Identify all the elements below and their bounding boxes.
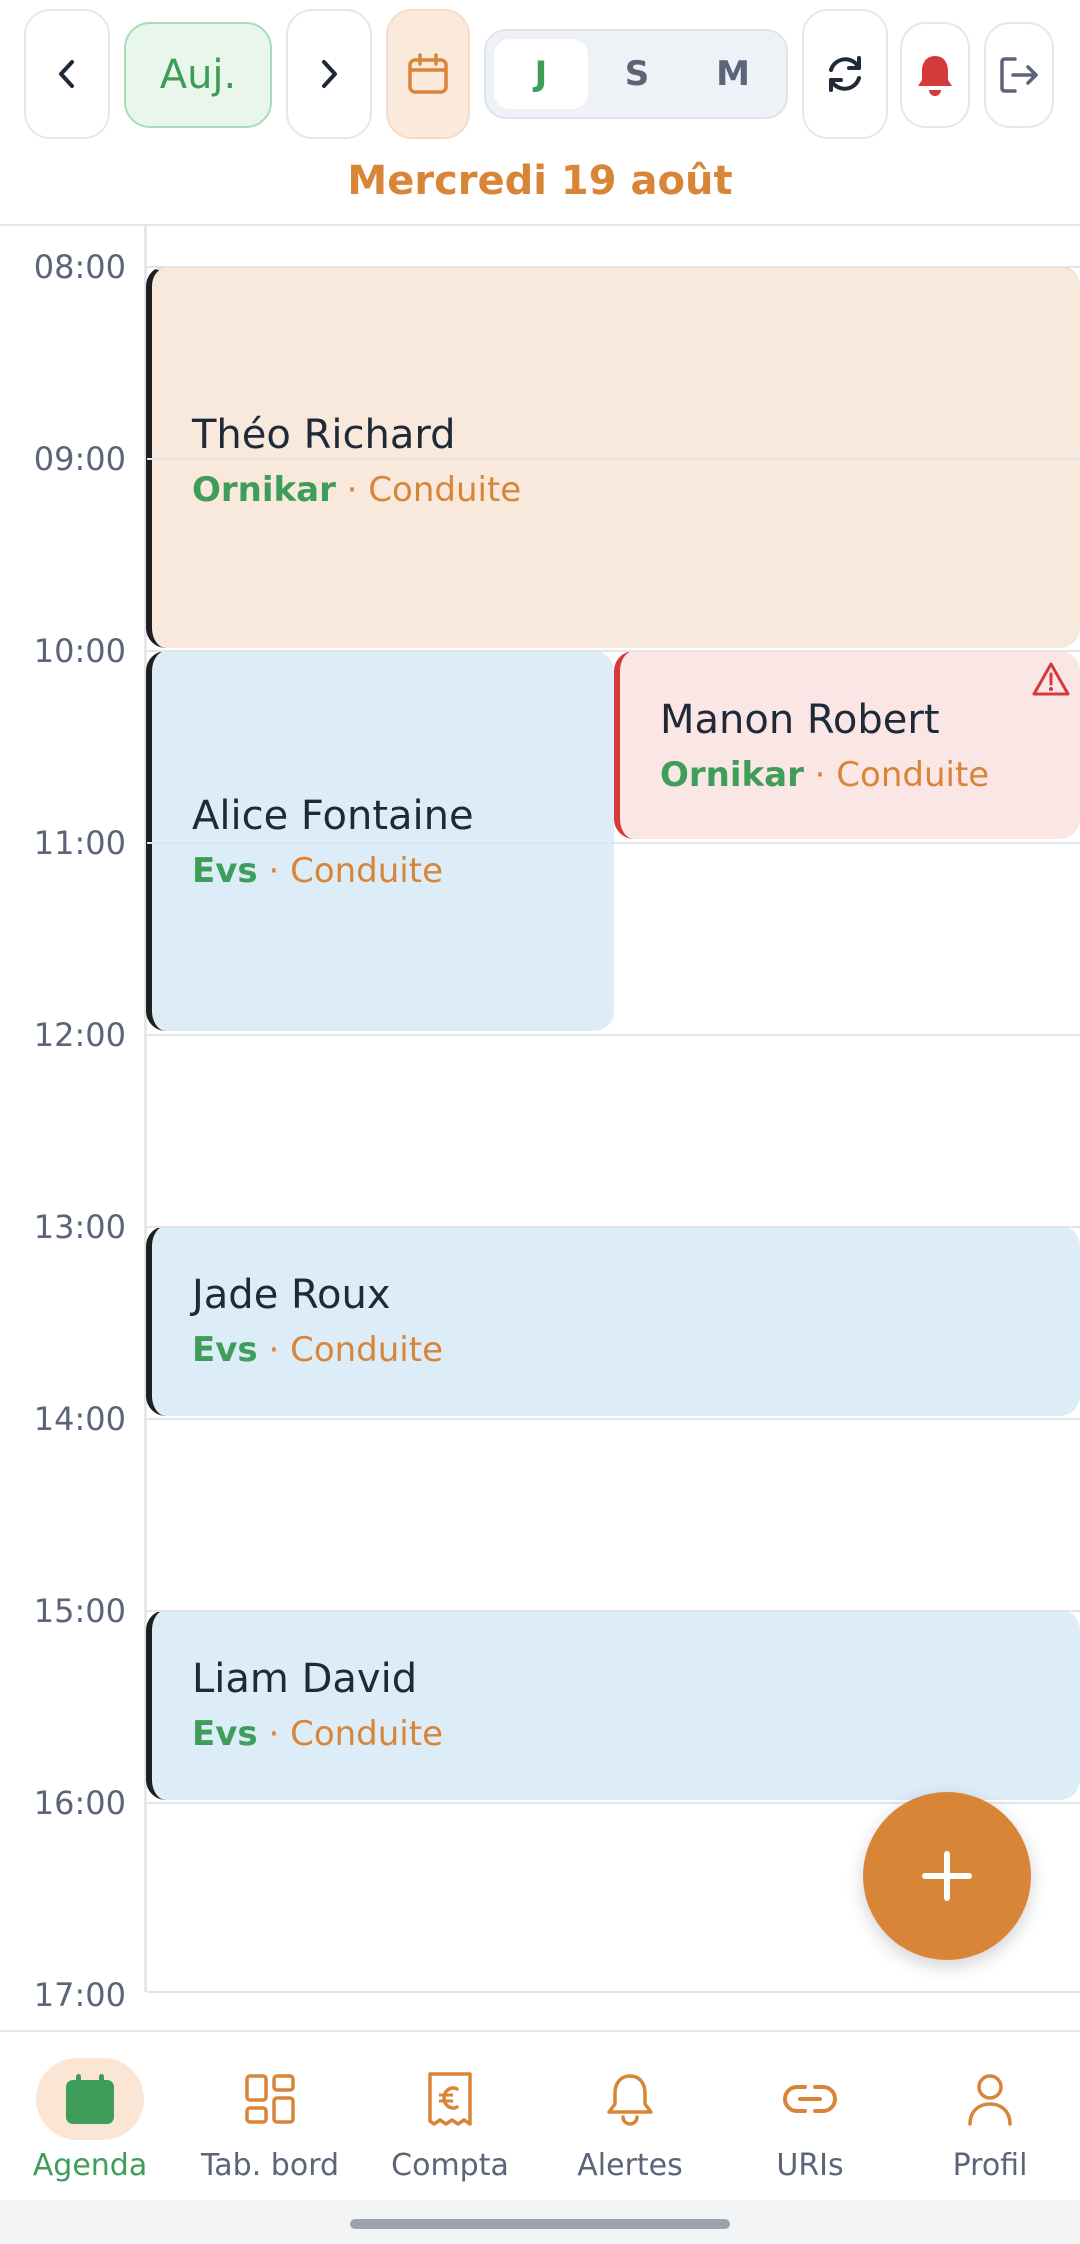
nav-label: Agenda — [32, 2148, 148, 2183]
event-type: Conduite — [290, 851, 443, 891]
nav-agenda[interactable]: Agenda — [0, 2058, 180, 2183]
view-week-option[interactable]: S — [590, 39, 684, 109]
view-month-option[interactable]: M — [686, 39, 780, 109]
notifications-button[interactable] — [900, 22, 970, 128]
event-type: Conduite — [368, 470, 522, 510]
time-label: 14:00 — [33, 1400, 126, 1438]
header-divider — [0, 224, 1080, 226]
today-button[interactable]: Auj. — [124, 22, 272, 128]
event-details: Evs · Conduite — [192, 851, 443, 891]
nav-icon-wrap — [396, 2058, 504, 2140]
event-details: Evs · Conduite — [192, 1714, 443, 1754]
date-picker-button[interactable] — [386, 9, 470, 139]
nav-label: Profil — [952, 2148, 1028, 2183]
home-indicator[interactable] — [350, 2219, 730, 2229]
event-details: Ornikar · Conduite — [660, 755, 989, 795]
nav-label: Alertes — [577, 2148, 683, 2183]
bottom-navigation: Agenda Tab. bord Compta Alertes URIs Pro… — [0, 2030, 1080, 2200]
nav-label: Compta — [391, 2148, 509, 2183]
calendar-icon — [66, 2074, 114, 2124]
bell-icon — [918, 56, 952, 96]
time-label: 10:00 — [33, 632, 126, 670]
event-student-name: Théo Richard — [192, 412, 456, 458]
event-type: Conduite — [836, 755, 990, 795]
time-label: 16:00 — [33, 1784, 126, 1822]
next-day-button[interactable] — [286, 9, 372, 139]
add-lesson-button[interactable] — [863, 1792, 1031, 1960]
event-source: Evs — [192, 851, 258, 891]
time-label: 09:00 — [33, 440, 126, 478]
user-icon — [968, 2074, 1012, 2126]
time-label: 08:00 — [33, 248, 126, 286]
refresh-icon — [829, 56, 861, 92]
nav-icon-wrap — [756, 2058, 864, 2140]
hour-gridline — [147, 1226, 1080, 1228]
time-label: 13:00 — [33, 1208, 126, 1246]
event-source: Ornikar — [660, 755, 804, 795]
nav-icon-wrap — [576, 2058, 684, 2140]
nav-dashboard[interactable]: Tab. bord — [180, 2058, 360, 2183]
hour-gridline — [147, 1034, 1080, 1036]
event-details: Evs · Conduite — [192, 1330, 443, 1370]
bell-icon — [607, 2074, 653, 2126]
time-label: 12:00 — [33, 1016, 126, 1054]
nav-accounting[interactable]: Compta — [360, 2058, 540, 2183]
event-student-name: Manon Robert — [660, 697, 940, 743]
dashboard-icon — [245, 2074, 295, 2124]
hour-gridline — [147, 842, 1080, 844]
event-source: Ornikar — [192, 470, 336, 510]
event-source: Evs — [192, 1330, 258, 1370]
event-source: Evs — [192, 1714, 258, 1754]
nav-icon-wrap — [36, 2058, 144, 2140]
event-student-name: Liam David — [192, 1656, 418, 1702]
separator-dot: · — [268, 1330, 291, 1370]
refresh-button[interactable] — [802, 9, 888, 139]
nav-label: URIs — [776, 2148, 844, 2183]
event-student-name: Jade Roux — [192, 1272, 391, 1318]
plus-icon — [922, 1851, 972, 1901]
hour-gridline — [147, 650, 1080, 652]
logout-icon — [1000, 57, 1038, 93]
hour-gridline — [147, 1418, 1080, 1420]
nav-profile[interactable]: Profil — [900, 2058, 1080, 2183]
event-card[interactable]: Liam David Evs · Conduite — [146, 1610, 1080, 1800]
separator-dot: · — [268, 851, 291, 891]
receipt-euro-icon — [428, 2072, 472, 2126]
event-type: Conduite — [290, 1330, 443, 1370]
current-date-label: Mercredi 19 août — [347, 158, 733, 204]
nav-alerts[interactable]: Alertes — [540, 2058, 720, 2183]
hour-gridline — [147, 266, 1080, 268]
nav-icon-wrap — [216, 2058, 324, 2140]
event-type: Conduite — [290, 1714, 443, 1754]
chevron-left-icon — [59, 60, 74, 88]
event-student-name: Alice Fontaine — [192, 793, 474, 839]
chevron-right-icon — [322, 60, 337, 88]
previous-day-button[interactable] — [24, 9, 110, 139]
hour-gridline — [147, 1991, 1080, 1993]
logout-button[interactable] — [984, 22, 1054, 128]
hour-gridline — [147, 1610, 1080, 1612]
separator-dot: · — [814, 755, 837, 795]
event-card[interactable]: Alice Fontaine Evs · Conduite — [146, 651, 614, 1031]
warning-icon — [1032, 662, 1070, 696]
time-label: 17:00 — [33, 1976, 126, 2014]
view-day-option[interactable]: J — [494, 39, 588, 109]
event-card-conflict[interactable]: Manon Robert Ornikar · Conduite — [614, 651, 1080, 839]
event-card[interactable]: Théo Richard Ornikar · Conduite — [146, 266, 1080, 648]
nav-label: Tab. bord — [200, 2148, 340, 2183]
nav-icon-wrap — [936, 2058, 1044, 2140]
hour-gridline — [147, 458, 1080, 460]
view-mode-switch: J S M — [484, 29, 788, 119]
top-toolbar: Auj. J S M — [0, 0, 1080, 150]
nav-uris[interactable]: URIs — [720, 2058, 900, 2183]
separator-dot: · — [268, 1714, 291, 1754]
event-card[interactable]: Jade Roux Evs · Conduite — [146, 1226, 1080, 1416]
event-details: Ornikar · Conduite — [192, 470, 521, 510]
time-label: 11:00 — [33, 824, 126, 862]
separator-dot: · — [346, 470, 369, 510]
calendar-icon — [408, 53, 448, 94]
time-label: 15:00 — [33, 1592, 126, 1630]
link-icon — [783, 2085, 837, 2113]
